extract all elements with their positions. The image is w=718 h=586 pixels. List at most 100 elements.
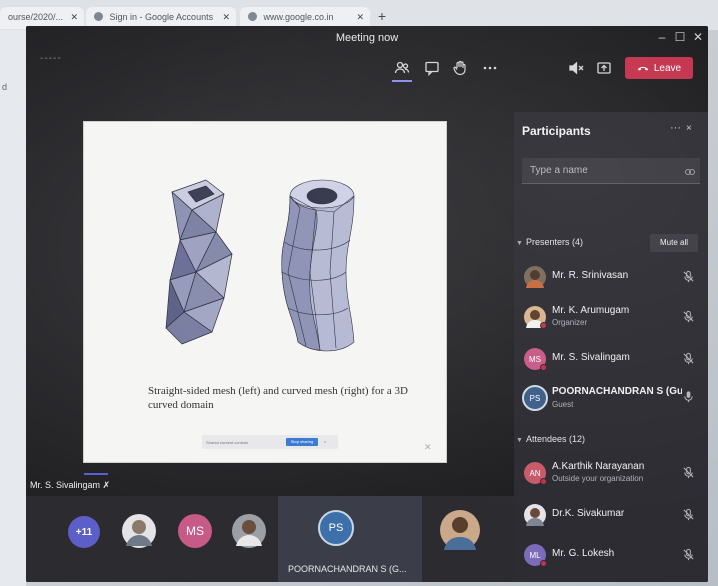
participants-icon[interactable] xyxy=(392,58,412,82)
mic-off-icon: ✗ xyxy=(102,480,111,490)
raise-hand-icon[interactable] xyxy=(450,58,470,78)
meeting-title: Meeting now xyxy=(335,32,399,44)
avatar-initials: ML xyxy=(529,550,541,560)
participant-avatar: ML xyxy=(524,544,547,567)
participant-avatar[interactable] xyxy=(440,510,480,550)
background-text: d xyxy=(2,82,8,92)
share-tray-icon[interactable] xyxy=(594,58,614,78)
participant-row[interactable]: PS POORNACHANDRAN S (Gue... Guest xyxy=(514,382,708,418)
mic-off-icon[interactable] xyxy=(682,310,695,323)
video-gallery: +11 MS PS POORNACHANDRAN S (G... xyxy=(26,496,514,582)
presenter-name: Mr. S. Sivalingam xyxy=(30,480,101,490)
maximize-icon[interactable]: ☐ xyxy=(672,30,688,44)
status-badge xyxy=(540,560,547,567)
stop-sharing-button[interactable]: Stop sharing xyxy=(286,438,318,446)
close-icon[interactable]: ✕ xyxy=(690,30,706,44)
mic-off-icon[interactable] xyxy=(682,466,695,479)
background-window: d xyxy=(0,30,26,586)
chevron-down-icon: ▼ xyxy=(516,240,523,247)
meeting-timer: ----- xyxy=(40,53,62,64)
presenter-name-label: Mr. S. Sivalingam ✗ xyxy=(30,480,110,491)
participant-role: Outside your organization xyxy=(552,474,644,483)
participant-role: Guest xyxy=(552,400,574,409)
avatar-initials: MS xyxy=(529,354,541,364)
participant-avatar xyxy=(524,306,547,329)
avatar-initials: PS xyxy=(529,393,541,403)
participant-search-input[interactable] xyxy=(522,158,700,184)
presenter-indicator xyxy=(84,473,108,475)
participant-avatar[interactable] xyxy=(232,514,266,548)
close-icon[interactable]: × xyxy=(324,439,326,444)
chevron-down-icon: ▼ xyxy=(516,437,523,444)
participant-name: Dr.K. Sivakumar xyxy=(552,508,625,519)
participant-name: Mr. K. Arumugam xyxy=(552,305,630,316)
close-icon[interactable]: ✕ xyxy=(70,12,78,23)
participant-name: Mr. R. Srinivasan xyxy=(552,270,629,281)
more-icon[interactable]: ··· xyxy=(670,122,681,134)
shared-content-slide: Straight-sided mesh (left) and curved me… xyxy=(84,122,446,462)
participant-row[interactable]: ML Mr. G. Lokesh xyxy=(514,540,708,576)
mic-off-icon[interactable] xyxy=(682,352,695,365)
meeting-toolbar: Leave xyxy=(376,52,708,82)
close-icon[interactable]: ✕ xyxy=(356,12,364,23)
close-icon[interactable]: ✕ xyxy=(424,442,432,453)
participant-row[interactable]: Mr. K. Arumugam Organizer xyxy=(514,302,708,338)
participant-avatar xyxy=(524,504,546,526)
participant-avatar: PS xyxy=(318,510,354,546)
person-photo-icon xyxy=(126,520,152,546)
participant-avatar: PS xyxy=(522,385,548,411)
participant-row[interactable]: Dr.K. Sivakumar xyxy=(514,500,708,536)
person-photo-icon xyxy=(526,270,544,288)
status-badge xyxy=(540,364,547,371)
status-badge xyxy=(540,478,547,485)
participant-avatar xyxy=(524,266,546,288)
participant-name: Mr. S. Sivalingam xyxy=(552,352,630,363)
mute-all-button[interactable]: Mute all xyxy=(650,234,698,252)
title-bar: Meeting now – ☐ ✕ xyxy=(26,26,708,52)
panel-title: Participants xyxy=(522,124,591,138)
participant-row[interactable]: Mr. R. Srinivasan xyxy=(514,262,708,298)
participant-name: POORNACHANDRAN S (G... xyxy=(288,564,407,574)
mesh-figure xyxy=(165,179,355,352)
more-participants-button[interactable]: +11 xyxy=(68,516,100,548)
tab-label: www.google.co.in xyxy=(263,12,334,22)
participant-row[interactable]: MS Mr. S. Sivalingam xyxy=(514,344,708,380)
participant-avatar[interactable] xyxy=(122,514,156,548)
minimize-icon[interactable]: – xyxy=(654,30,670,44)
tab-label: Sign in - Google Accounts xyxy=(109,12,214,22)
person-photo-icon xyxy=(526,508,544,526)
new-tab-icon[interactable]: + xyxy=(374,8,390,24)
mic-off-icon[interactable] xyxy=(682,508,695,521)
chat-icon[interactable] xyxy=(422,58,442,78)
attendees-section-header[interactable]: ▼ Attendees (12) xyxy=(516,434,585,444)
participant-name: Mr. G. Lokesh xyxy=(552,548,615,559)
participants-panel: Participants ··· × ▼Presenters (4) Mute … xyxy=(514,112,708,582)
google-icon xyxy=(248,12,257,21)
straight-sided-mesh xyxy=(165,179,233,345)
close-icon[interactable]: × xyxy=(686,123,692,134)
participant-avatar[interactable]: MS xyxy=(178,514,212,548)
speaker-mute-icon[interactable] xyxy=(566,58,586,78)
status-badge xyxy=(540,322,547,329)
leave-button[interactable]: Leave xyxy=(625,57,693,79)
participant-role: Organizer xyxy=(552,318,588,327)
participant-name: POORNACHANDRAN S (Gue... xyxy=(552,386,682,397)
more-icon[interactable] xyxy=(480,58,500,78)
participant-row[interactable]: AN A.Karthik Narayanan Outside your orga… xyxy=(514,458,708,494)
presenters-section-header[interactable]: ▼ Presenters (4) xyxy=(516,237,583,247)
curved-mesh xyxy=(281,179,355,352)
sharing-control-bar: Shared content controls Stop sharing × xyxy=(202,435,338,449)
avatar-initials: AN xyxy=(529,468,541,478)
participant-avatar: AN xyxy=(524,462,547,485)
mic-off-icon[interactable] xyxy=(682,548,695,561)
mic-off-icon[interactable] xyxy=(682,270,695,283)
mic-icon[interactable] xyxy=(682,390,695,403)
share-invite-icon[interactable] xyxy=(684,165,696,177)
active-speaker-tile[interactable]: PS POORNACHANDRAN S (G... xyxy=(278,496,422,582)
sharing-bar-text: Shared content controls xyxy=(206,440,249,445)
participant-name: A.Karthik Narayanan xyxy=(552,461,645,472)
section-label: Attendees (12) xyxy=(526,434,586,444)
close-icon[interactable]: ✕ xyxy=(222,12,230,23)
slide-caption: Straight-sided mesh (left) and curved me… xyxy=(148,385,408,411)
participant-avatar: MS xyxy=(524,348,547,371)
